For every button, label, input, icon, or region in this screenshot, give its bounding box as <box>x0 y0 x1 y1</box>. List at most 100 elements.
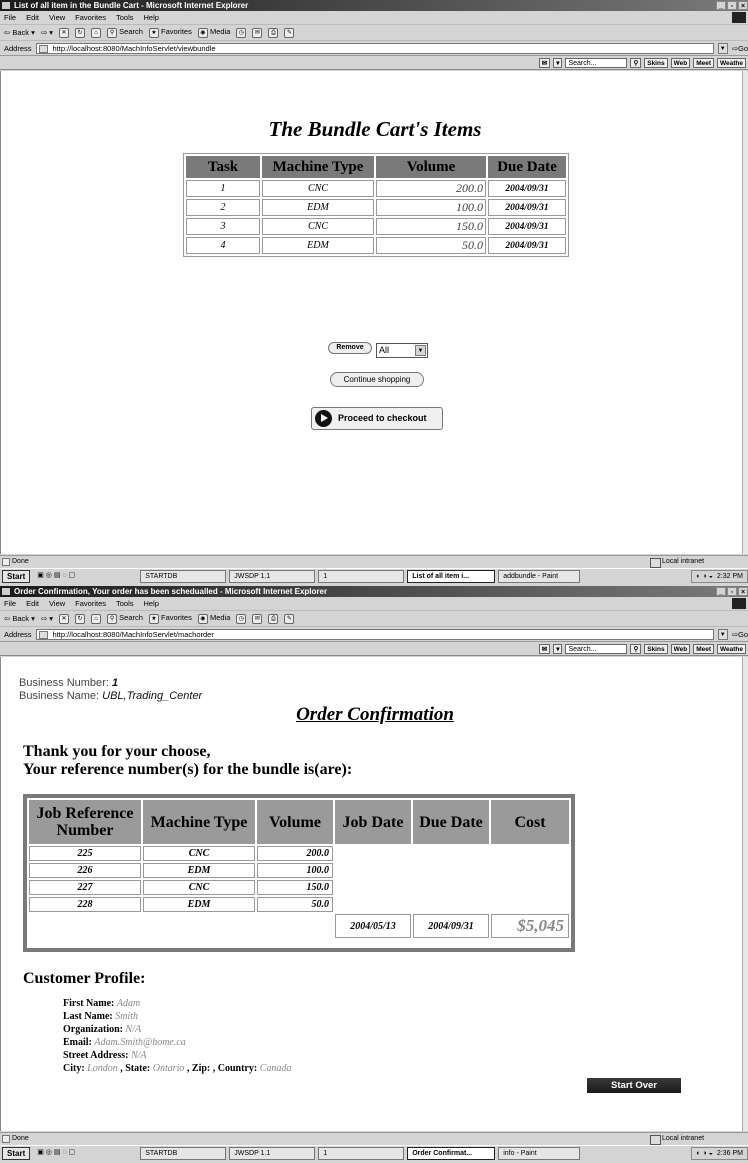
order-table-frame: Job Reference Number Machine Type Volume… <box>23 794 575 952</box>
taskbar-item-startdb[interactable]: STARTDB <box>140 570 227 583</box>
search-input[interactable]: Search... <box>565 643 628 654</box>
taskbar-item-startdb[interactable]: STARTDB <box>140 1147 227 1160</box>
taskbar-item-paint[interactable]: addbundle - Paint <box>498 570 581 583</box>
refresh-icon[interactable]: ↻ <box>75 27 86 38</box>
home-icon[interactable]: ⌂ <box>91 613 102 624</box>
address-input[interactable]: http://localhost:8080/MachInfoServlet/ma… <box>35 628 714 640</box>
taskbar-item-folder[interactable]: 1 <box>318 1147 405 1160</box>
search-go-icon[interactable]: ⚲ <box>630 57 642 68</box>
menu-tools[interactable]: Tools <box>116 599 134 608</box>
empty-cell <box>335 846 411 861</box>
media-icon: ◉ <box>197 28 208 38</box>
mail-icon[interactable]: ✉ <box>538 643 551 654</box>
close-button[interactable]: × <box>738 587 748 596</box>
close-button[interactable]: × <box>738 1 748 10</box>
mail-icon[interactable]: ✉ <box>252 27 263 38</box>
search-button[interactable]: ⚲ Search <box>107 613 143 624</box>
taskbar-item-bundle-cart[interactable]: List of all item i... <box>407 570 496 583</box>
history-icon[interactable]: ◷ <box>236 27 247 38</box>
skins-button[interactable]: Skins <box>644 643 668 654</box>
maximize-button[interactable]: ▫ <box>727 1 737 10</box>
search-dropdown[interactable]: ▾ <box>553 57 563 68</box>
web-button[interactable]: Web <box>670 57 691 68</box>
home-icon[interactable]: ⌂ <box>91 27 102 38</box>
minimize-button[interactable]: _ <box>716 1 726 10</box>
stop-icon[interactable]: ✕ <box>59 613 70 624</box>
play-icon <box>315 410 332 427</box>
meet-button[interactable]: Meet <box>693 57 714 68</box>
taskbar-item-folder[interactable]: 1 <box>318 570 405 583</box>
menu-view[interactable]: View <box>49 599 65 608</box>
forward-icon[interactable]: ⇨ ▾ <box>41 614 53 623</box>
forward-icon[interactable]: ⇨ ▾ <box>41 28 53 37</box>
edit-icon[interactable]: ✎ <box>284 613 295 624</box>
edit-icon[interactable]: ✎ <box>284 27 295 38</box>
menu-tools[interactable]: Tools <box>116 13 134 22</box>
back-button[interactable]: ⇦ Back ▾ <box>4 614 35 623</box>
go-button[interactable]: ⇨Go <box>732 630 748 639</box>
go-button[interactable]: ⇨Go <box>732 44 748 53</box>
task-cell: 4 <box>186 237 260 254</box>
business-number-label: Business Number: <box>19 677 109 689</box>
minimize-button[interactable]: _ <box>716 587 726 596</box>
menu-help[interactable]: Help <box>144 13 159 22</box>
continue-shopping-button[interactable]: Continue shopping <box>330 372 424 387</box>
taskbar-item-jwsdp[interactable]: JWSDP 1.1 <box>229 570 316 583</box>
scrollbar[interactable] <box>742 657 748 1131</box>
mail-icon[interactable]: ✉ <box>252 613 263 624</box>
refresh-icon[interactable]: ↻ <box>75 613 86 624</box>
maximize-button[interactable]: ▫ <box>727 587 737 596</box>
meet-button[interactable]: Meet <box>693 643 714 654</box>
history-icon[interactable]: ◷ <box>236 613 247 624</box>
search-icon: ⚲ <box>107 614 118 624</box>
bundle-table: Task Machine Type Volume Due Date 1 CNC … <box>183 153 569 257</box>
favorites-button[interactable]: ★ Favorites <box>148 613 192 624</box>
city-value: London <box>87 1063 118 1074</box>
print-icon[interactable]: ⎙ <box>268 27 279 38</box>
organization-value: N/A <box>125 1024 142 1035</box>
start-button[interactable]: Start <box>2 1147 31 1160</box>
skins-button[interactable]: Skins <box>644 57 668 68</box>
address-dropdown[interactable]: ▼ <box>717 42 728 54</box>
web-button[interactable]: Web <box>670 643 691 654</box>
print-icon[interactable]: ⎙ <box>268 613 279 624</box>
search-input[interactable]: Search... <box>565 57 628 68</box>
weather-button[interactable]: Weathe <box>717 57 746 68</box>
search-go-icon[interactable]: ⚲ <box>630 643 642 654</box>
quick-launch: ▣ ◎ ▤ ◌ ▢ <box>33 1147 138 1160</box>
menu-file[interactable]: File <box>4 13 16 22</box>
menu-view[interactable]: View <box>49 13 65 22</box>
address-input[interactable]: http://localhost:8080/MachInfoServlet/vi… <box>35 42 714 54</box>
taskbar-item-jwsdp[interactable]: JWSDP 1.1 <box>229 1147 316 1160</box>
stop-icon[interactable]: ✕ <box>59 27 70 38</box>
address-dropdown[interactable]: ▼ <box>717 628 728 640</box>
media-icon: ◉ <box>197 614 208 624</box>
favorites-button[interactable]: ★ Favorites <box>148 27 192 38</box>
menu-edit[interactable]: Edit <box>26 599 39 608</box>
header-cost: Cost <box>491 800 569 844</box>
taskbar-item-paint[interactable]: info - Paint <box>498 1147 581 1160</box>
media-button[interactable]: ◉ Media <box>197 27 230 38</box>
empty-cell <box>491 897 569 912</box>
remove-button[interactable]: Remove <box>328 342 372 354</box>
menu-help[interactable]: Help <box>144 599 159 608</box>
thanks-line-1: Thank you for your choose, <box>23 743 211 760</box>
tray-icons: ◐ ◑ ◒ <box>696 1150 713 1157</box>
start-over-button[interactable]: Start Over <box>587 1078 681 1093</box>
menu-file[interactable]: File <box>4 599 16 608</box>
remove-select[interactable]: All ▼ <box>376 343 428 358</box>
taskbar-item-order-confirmation[interactable]: Order Confirmat... <box>407 1147 496 1160</box>
back-button[interactable]: ⇦ Back ▾ <box>4 28 35 37</box>
menu-favorites[interactable]: Favorites <box>75 599 106 608</box>
menu-edit[interactable]: Edit <box>26 13 39 22</box>
proceed-to-checkout-button[interactable]: Proceed to checkout <box>311 407 443 430</box>
scrollbar[interactable] <box>742 71 748 554</box>
media-button[interactable]: ◉ Media <box>197 613 230 624</box>
weather-button[interactable]: Weathe <box>717 643 746 654</box>
mail-icon[interactable]: ✉ <box>538 57 551 68</box>
menu-favorites[interactable]: Favorites <box>75 13 106 22</box>
thanks-message: Thank you for your choose, Your referenc… <box>23 743 352 779</box>
search-button[interactable]: ⚲ Search <box>107 27 143 38</box>
search-dropdown[interactable]: ▾ <box>553 643 563 654</box>
start-button[interactable]: Start <box>2 570 31 583</box>
